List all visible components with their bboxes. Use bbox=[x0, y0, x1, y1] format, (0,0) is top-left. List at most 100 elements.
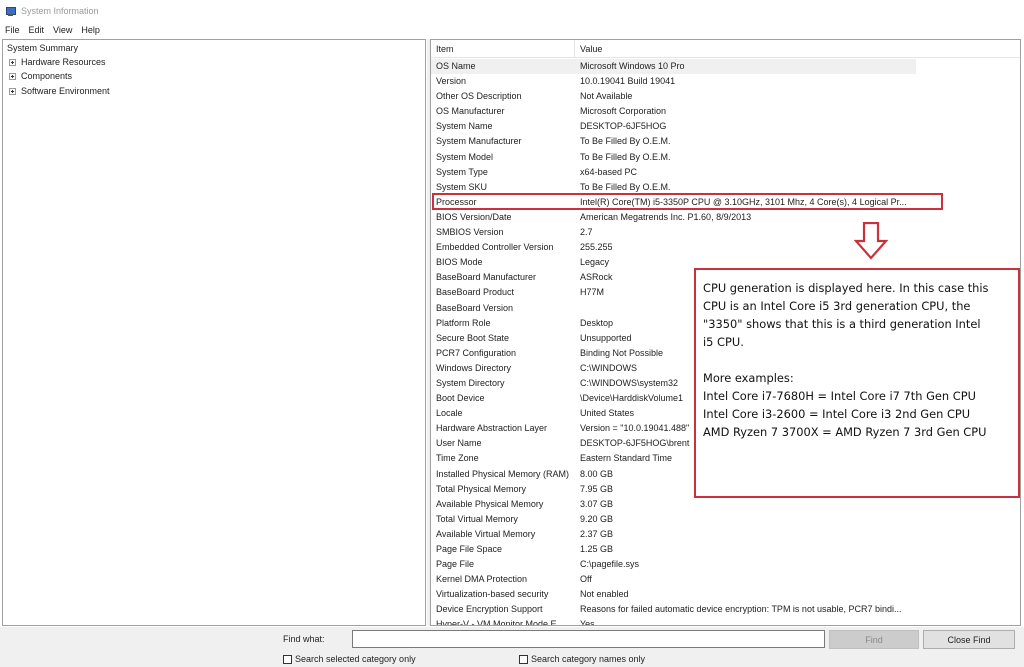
expand-icon[interactable] bbox=[9, 58, 16, 66]
row-item-cell: OS Manufacturer bbox=[436, 106, 505, 117]
table-row[interactable]: OS Name Microsoft Windows 10 Pro bbox=[431, 59, 916, 75]
row-item-cell: System Directory bbox=[436, 377, 505, 388]
row-item-cell: Version bbox=[436, 76, 467, 87]
table-row[interactable]: Total Virtual Memory 9.20 GB bbox=[431, 512, 1020, 527]
tree-item-system-summary[interactable]: System Summary bbox=[7, 43, 78, 53]
row-value-cell: Reasons for failed automatic device encr… bbox=[580, 604, 902, 615]
row-item-cell: Available Physical Memory bbox=[436, 498, 544, 509]
callout-line: Intel Core i3-2600 = Intel Core i3 2nd G… bbox=[703, 407, 971, 421]
table-row[interactable]: Hyper-V - VM Monitor Mode E... Yes bbox=[431, 617, 1020, 626]
tree-item-hardware-resources[interactable]: Hardware Resources bbox=[9, 57, 106, 67]
row-value-cell: x64-based PC bbox=[580, 166, 638, 177]
row-item-cell: Device Encryption Support bbox=[436, 604, 543, 615]
table-row[interactable]: System Type x64-based PC bbox=[431, 165, 1020, 180]
column-header-value[interactable]: Value bbox=[580, 44, 602, 54]
row-item-cell: BaseBoard Version bbox=[436, 302, 514, 313]
row-item-cell: Available Virtual Memory bbox=[436, 528, 536, 539]
tree-item-label: Hardware Resources bbox=[21, 57, 106, 67]
table-row[interactable]: Virtualization-based security Not enabled bbox=[431, 587, 1020, 602]
row-item-cell: Hyper-V - VM Monitor Mode E... bbox=[436, 619, 565, 626]
table-row[interactable]: Embedded Controller Version 255.255 bbox=[431, 240, 1020, 255]
row-item-cell: Platform Role bbox=[436, 317, 491, 328]
row-value-cell: Microsoft Corporation bbox=[580, 106, 667, 117]
row-item-cell: Installed Physical Memory (RAM) bbox=[436, 468, 570, 479]
table-row[interactable]: System Manufacturer To Be Filled By O.E.M… bbox=[431, 134, 1020, 149]
menu-help[interactable]: Help bbox=[81, 25, 100, 35]
table-row[interactable]: Version 10.0.19041 Build 19041 bbox=[431, 74, 1020, 89]
table-row[interactable]: System Model To Be Filled By O.E.M. bbox=[431, 150, 1020, 165]
find-what-input[interactable] bbox=[352, 630, 825, 648]
menu-file[interactable]: File bbox=[5, 25, 20, 35]
table-row[interactable]: Device Encryption Support Reasons for fai… bbox=[431, 602, 1020, 617]
table-row[interactable]: Other OS Description Not Available bbox=[431, 89, 1020, 104]
find-bar: Find what: Find Close Find Search select… bbox=[0, 627, 1024, 667]
row-item-cell: System Model bbox=[436, 151, 494, 162]
checkbox-box[interactable] bbox=[283, 654, 292, 664]
row-item-cell: BIOS Mode bbox=[436, 257, 483, 268]
row-item-cell: Other OS Description bbox=[436, 91, 522, 102]
row-item-cell: Time Zone bbox=[436, 453, 479, 464]
row-value-cell: 3.07 GB bbox=[580, 498, 614, 509]
callout-line: i5 CPU. bbox=[703, 335, 744, 349]
tree-item-software-environment[interactable]: Software Environment bbox=[9, 86, 110, 96]
table-row[interactable]: Kernel DMA Protection Off bbox=[431, 572, 1020, 587]
menu-view[interactable]: View bbox=[53, 25, 72, 35]
expand-icon[interactable] bbox=[9, 72, 16, 80]
row-item-cell: Page File Space bbox=[436, 544, 503, 554]
list-header: Item Value bbox=[431, 40, 1020, 58]
row-item-cell: Total Virtual Memory bbox=[436, 513, 518, 524]
row-item-cell: Hardware Abstraction Layer bbox=[436, 423, 548, 434]
menu-bar: File Edit View Help bbox=[0, 22, 1024, 37]
row-item-cell: BIOS Version/Date bbox=[436, 211, 512, 222]
row-value-cell: Not enabled bbox=[580, 589, 629, 600]
row-item-cell: OS Name bbox=[436, 61, 476, 71]
row-value-cell: 9.20 GB bbox=[580, 513, 614, 524]
checkbox-box[interactable] bbox=[519, 654, 528, 664]
system-information-icon bbox=[6, 6, 16, 16]
close-find-button[interactable]: Close Find bbox=[923, 630, 1015, 649]
row-value-cell: Microsoft Windows 10 Pro bbox=[580, 61, 685, 71]
table-row[interactable]: System Name DESKTOP-6JF5HOG bbox=[431, 119, 1020, 134]
expand-icon[interactable] bbox=[9, 87, 16, 95]
annotation-callout: CPU generation is displayed here. In thi… bbox=[694, 268, 1020, 498]
row-value-cell: 10.0.19041 Build 19041 bbox=[580, 76, 676, 87]
search-selected-category-checkbox[interactable]: Search selected category only bbox=[283, 654, 416, 664]
callout-line: CPU is an Intel Core i5 3rd generation C… bbox=[703, 299, 971, 313]
find-button[interactable]: Find bbox=[829, 630, 919, 649]
row-item-cell: BaseBoard Product bbox=[436, 287, 515, 298]
row-item-cell: Page File bbox=[436, 559, 475, 570]
find-what-label: Find what: bbox=[283, 634, 325, 644]
table-row[interactable]: Available Physical Memory 3.07 GB bbox=[431, 497, 1020, 512]
row-item-cell: System Type bbox=[436, 166, 488, 177]
row-item-cell: Windows Directory bbox=[436, 362, 512, 373]
table-row[interactable]: SMBIOS Version 2.7 bbox=[431, 225, 1020, 240]
checkbox-label: Search category names only bbox=[531, 654, 646, 664]
table-row[interactable]: Available Virtual Memory 2.37 GB bbox=[431, 527, 1020, 542]
menu-edit[interactable]: Edit bbox=[29, 25, 45, 35]
row-value-cell: Yes bbox=[580, 619, 595, 626]
search-category-names-checkbox[interactable]: Search category names only bbox=[519, 654, 645, 664]
table-row[interactable]: OS Manufacturer Microsoft Corporation bbox=[431, 104, 1020, 119]
row-item-cell: System Name bbox=[436, 121, 493, 132]
table-row[interactable]: Page File Space 1.25 GB bbox=[431, 542, 1020, 557]
row-value-cell: C:\pagefile.sys bbox=[580, 559, 640, 570]
row-item-cell: Boot Device bbox=[436, 393, 485, 404]
row-item-cell: Locale bbox=[436, 408, 463, 419]
down-arrow-outline-icon bbox=[854, 222, 888, 260]
column-header-item[interactable]: Item bbox=[436, 44, 454, 54]
row-item-cell: Secure Boot State bbox=[436, 332, 510, 343]
row-item-cell: User Name bbox=[436, 438, 482, 449]
callout-spacer bbox=[703, 351, 1011, 369]
table-row[interactable]: BIOS Version/Date American Megatrends Inc… bbox=[431, 210, 1020, 225]
callout-line: Intel Core i7-7680H = Intel Core i7 7th … bbox=[703, 389, 976, 403]
callout-line: "3350" shows that this is a third genera… bbox=[703, 317, 981, 331]
tree-item-components[interactable]: Components bbox=[9, 71, 72, 81]
table-row[interactable]: Page File C:\pagefile.sys bbox=[431, 557, 1020, 572]
tree-item-label: Components bbox=[21, 71, 73, 81]
row-item-cell: PCR7 Configuration bbox=[436, 347, 517, 358]
callout-line: More examples: bbox=[703, 371, 794, 385]
row-value-cell: To Be Filled By O.E.M. bbox=[580, 151, 671, 162]
row-item-cell: Kernel DMA Protection bbox=[436, 574, 528, 585]
row-item-cell: System Manufacturer bbox=[436, 136, 522, 147]
column-divider[interactable] bbox=[574, 40, 575, 58]
